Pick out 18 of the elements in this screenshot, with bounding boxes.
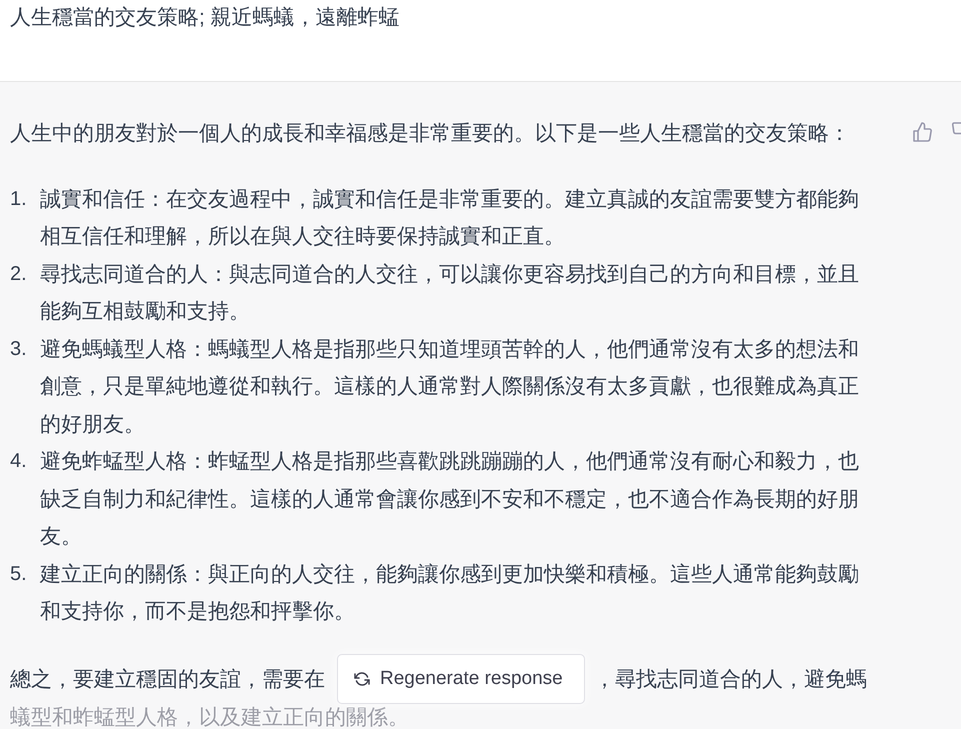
- thumbs-up-icon[interactable]: [913, 122, 932, 142]
- response-intro: 人生中的朋友對於一個人的成長和幸福感是非常重要的。以下是一些人生穩當的交友策略：: [10, 121, 850, 147]
- refresh-icon: [353, 671, 371, 687]
- list-item-text: 避免螞蟻型人格：螞蟻型人格是指那些只知道埋頭苦幹的人，他們通常沒有太多的想法和創意，只是單純地遵從和執行。這樣的人通常對人際關係沒有太多貢獻，也很難成為真正的好朋友。: [40, 336, 860, 438]
- conclusion-text: 總之，要建立穩固的友誼，需要在: [10, 666, 325, 692]
- prompt-text: 人生穩當的交友策略; 親近螞蟻，遠離蚱蜢: [10, 5, 401, 31]
- list-item-text: 尋找志同道合的人：與志同道合的人交往，可以讓你更容易找到自己的方向和目標，並且能夠互相鼓勵和支持。: [40, 262, 860, 325]
- conclusion-text: 蟻型和蚱蜢型人格，以及建立正向的關係。: [10, 705, 410, 729]
- list-item-text: 避免蚱蜢型人格：蚱蜢型人格是指那些喜歡跳跳蹦蹦的人，他們通常沒有耐心和毅力，也缺乏自制力和紀律性。這樣的人通常會讓你感到不安和不穩定，也不適合作為長期的好朋友。: [40, 449, 860, 550]
- list-number: 1.: [10, 186, 28, 212]
- list-item-text: 誠實和信任：在交友過程中，誠實和信任是非常重要的。建立真誠的友誼需要雙方都能夠相互信任和理解，所以在與人交往時要保持誠實和正直。: [40, 186, 860, 250]
- list-number: 4.: [10, 449, 28, 474]
- regenerate-button[interactable]: Regenerate response: [337, 654, 585, 704]
- list-number: 3.: [10, 336, 28, 362]
- list-number: 2.: [10, 262, 28, 286]
- list-item-text: 建立正向的關係：與正向的人交往，能夠讓你感到更加快樂和積極。這些人通常能夠鼓勵和支持你，而不是抱怨和抨擊你。: [40, 562, 860, 625]
- list-number: 5.: [10, 562, 28, 586]
- conclusion-text: ，尋找志同道合的人，避免螞: [594, 666, 867, 692]
